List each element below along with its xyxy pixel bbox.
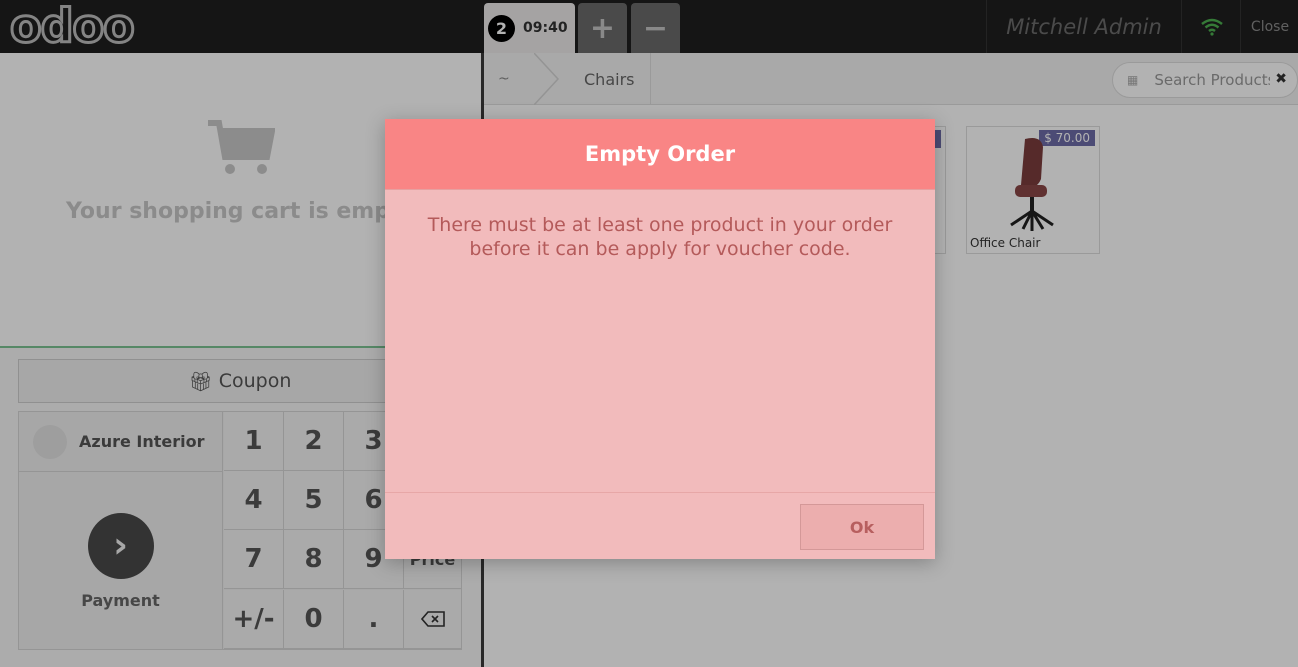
dialog-title: Empty Order (385, 119, 935, 190)
ok-button[interactable]: Ok (800, 504, 924, 550)
dialog-footer: Ok (385, 492, 935, 559)
error-dialog: Empty Order There must be at least one p… (385, 119, 935, 559)
dialog-message: There must be at least one product in yo… (427, 214, 893, 260)
